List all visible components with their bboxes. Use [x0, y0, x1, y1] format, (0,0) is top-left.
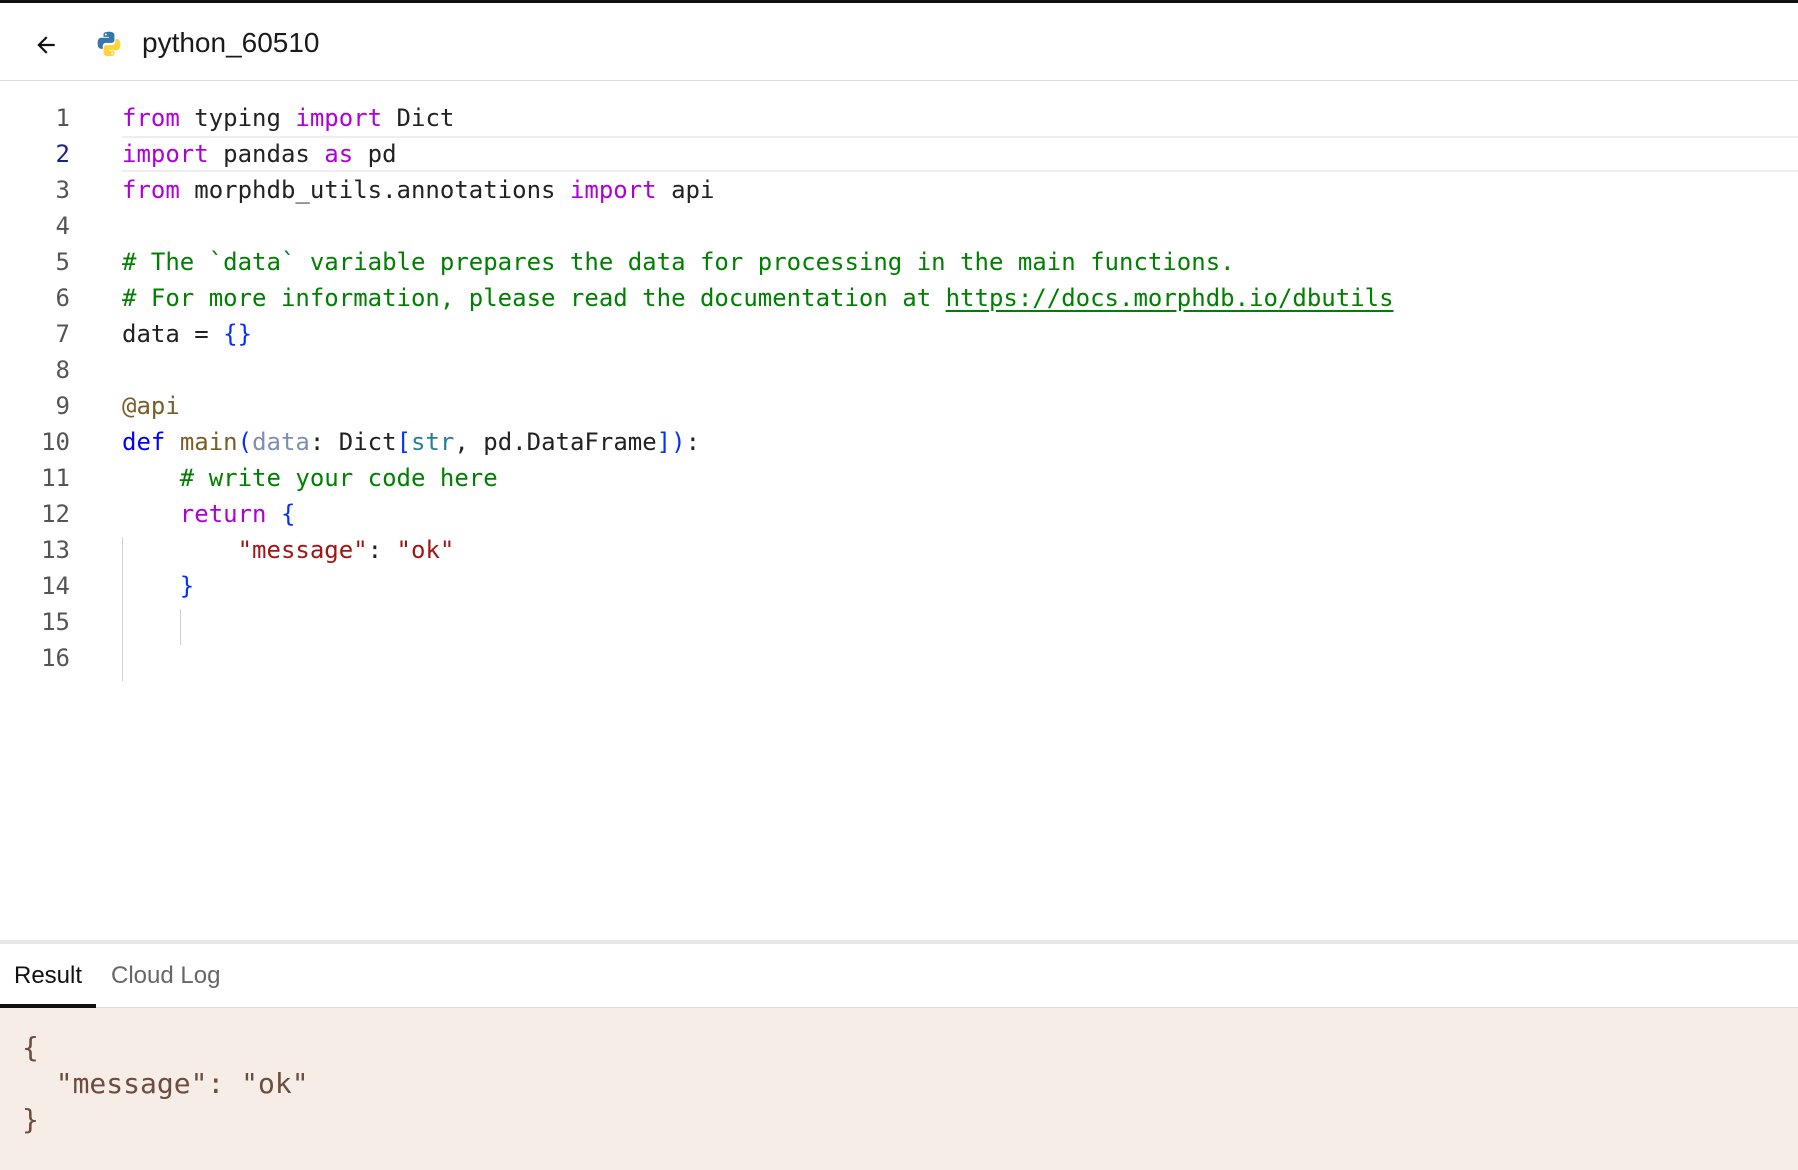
code-token: # The `data` variable prepares the data … — [122, 248, 1235, 276]
line-number: 4 — [55, 212, 70, 240]
code-text: return { — [122, 500, 296, 528]
result-output: { "message": "ok" } — [0, 1008, 1798, 1170]
code-token: # For more information, please read the … — [122, 284, 946, 312]
line-number: 3 — [55, 176, 70, 204]
code-token: typing — [179, 104, 296, 132]
line-number: 5 — [55, 248, 70, 276]
code-token: data — [252, 428, 310, 456]
output-tabs: Result Cloud Log — [0, 944, 1798, 1008]
code-token: return — [179, 500, 267, 528]
code-token: pandas — [208, 140, 325, 168]
file-title: python_60510 — [142, 27, 320, 58]
code-token: import — [122, 140, 209, 168]
code-token: {} — [223, 320, 253, 348]
code-line[interactable]: 4 — [0, 208, 1798, 244]
code-line[interactable]: 15 — [0, 604, 1798, 640]
code-token: @api — [122, 392, 180, 420]
result-line: { — [22, 1031, 39, 1064]
code-text: import pandas as pd — [122, 140, 397, 168]
code-token: str — [411, 428, 455, 456]
line-number: 11 — [41, 464, 70, 492]
code-line[interactable]: 5 # The `data` variable prepares the data… — [0, 244, 1798, 280]
code-token: import — [295, 104, 383, 132]
line-number: 14 — [41, 572, 70, 600]
code-text: "message": "ok" — [122, 536, 455, 564]
code-line[interactable]: 10 def main(data: Dict[str, pd.DataFrame]… — [0, 424, 1798, 460]
code-token: main — [179, 428, 238, 456]
code-text: def main(data: Dict[str, pd.DataFrame]): — [122, 428, 700, 456]
code-text: @api — [122, 392, 180, 420]
code-token: [ — [396, 428, 412, 456]
code-token: : Dict — [309, 428, 397, 456]
line-number: 9 — [55, 392, 70, 420]
line-number: 2 — [55, 140, 70, 168]
code-token: pd — [353, 140, 397, 168]
code-token: "ok" — [396, 536, 455, 564]
code-token: { — [280, 500, 296, 528]
code-token: morphdb_utils.annotations — [179, 176, 570, 204]
tab-result[interactable]: Result — [0, 944, 97, 1008]
tab-cloud-log[interactable]: Cloud Log — [97, 944, 234, 1008]
code-token: from — [122, 176, 180, 204]
code-line[interactable]: 1 from typing import Dict — [0, 100, 1798, 136]
code-line[interactable]: 7 data = {} — [0, 316, 1798, 352]
editor-header: python_60510 — [0, 3, 1798, 81]
code-text: from morphdb_utils.annotations import ap… — [122, 176, 714, 204]
code-text: # For more information, please read the … — [122, 284, 1394, 312]
line-number: 13 — [41, 536, 70, 564]
code-line[interactable]: 12 return { — [0, 496, 1798, 532]
documentation-link[interactable]: https://docs.morphdb.io/dbutils — [946, 284, 1394, 312]
line-number: 10 — [41, 428, 70, 456]
code-line[interactable]: 2 import pandas as pd — [0, 136, 1798, 172]
code-text: } — [122, 572, 194, 600]
back-button[interactable] — [28, 27, 64, 63]
code-token: data = — [122, 320, 224, 348]
code-token: : — [685, 428, 701, 456]
code-text: # The `data` variable prepares the data … — [122, 248, 1235, 276]
line-number: 15 — [41, 608, 70, 636]
code-token: Dict — [382, 104, 455, 132]
code-line[interactable]: 8 — [0, 352, 1798, 388]
code-token: as — [324, 140, 354, 168]
code-line[interactable]: 6 # For more information, please read the… — [0, 280, 1798, 316]
code-line[interactable]: 3 from morphdb_utils.annotations import a… — [0, 172, 1798, 208]
arrow-left-icon — [37, 36, 55, 54]
code-token: def — [122, 428, 166, 456]
code-token: , pd.DataFrame — [454, 428, 657, 456]
code-token: from — [122, 104, 180, 132]
code-line[interactable]: 16 — [0, 640, 1798, 676]
line-number: 6 — [55, 284, 70, 312]
code-line[interactable]: 11 # write your code here — [0, 460, 1798, 496]
code-token: # write your code here — [179, 464, 498, 492]
line-number: 12 — [41, 500, 70, 528]
result-line: "message": "ok" — [22, 1067, 309, 1100]
code-token: : — [367, 536, 397, 564]
code-token: ( — [237, 428, 253, 456]
code-text: from typing import Dict — [122, 104, 454, 132]
code-line[interactable]: 9 @api — [0, 388, 1798, 424]
code-token: "message" — [237, 536, 368, 564]
code-token: import — [569, 176, 657, 204]
line-number: 8 — [55, 356, 70, 384]
code-token: } — [179, 572, 195, 600]
code-token: api — [656, 176, 715, 204]
code-line[interactable]: 13 "message": "ok" — [0, 532, 1798, 568]
code-text: # write your code here — [122, 464, 498, 492]
code-token: ]) — [656, 428, 686, 456]
python-icon — [97, 31, 121, 57]
code-editor[interactable]: 1 from typing import Dict 2 import pandas a… — [0, 82, 1798, 942]
line-number: 16 — [41, 644, 70, 672]
code-line[interactable]: 14 } — [0, 568, 1798, 604]
result-line: } — [22, 1103, 39, 1136]
code-text: data = {} — [122, 320, 252, 348]
line-number: 7 — [55, 320, 70, 348]
line-number: 1 — [55, 104, 70, 132]
